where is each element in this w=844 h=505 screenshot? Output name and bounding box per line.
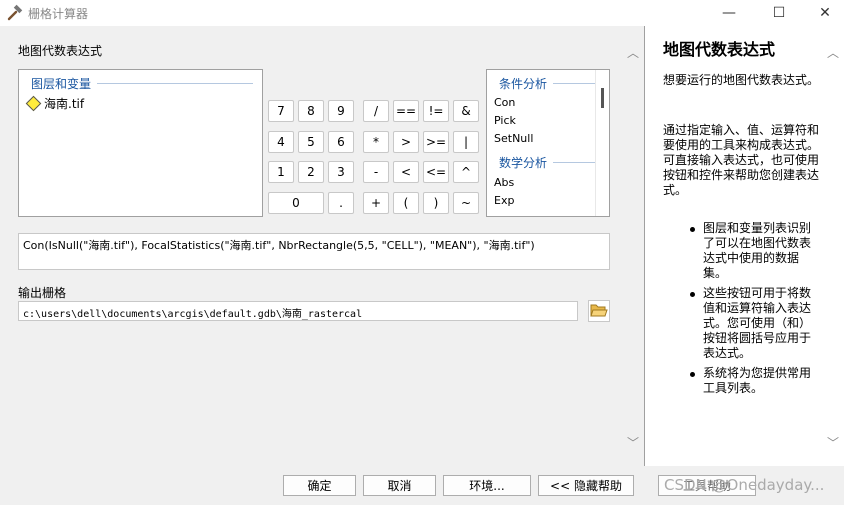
scroll-up-icon[interactable]: ︿: [627, 44, 639, 61]
help-title: 地图代数表达式: [663, 40, 776, 59]
maximize-icon: ☐: [772, 5, 786, 21]
calc-button-9[interactable]: 9: [328, 100, 354, 122]
help-paragraph: 通过指定输入、值、运算符和要使用的工具来构成表达式。可直接输入表达式，也可使用按…: [663, 123, 820, 197]
calc-button-greater[interactable]: >: [393, 131, 419, 153]
expression-input[interactable]: Con(IsNull("海南.tif"), FocalStatistics("海…: [18, 233, 610, 270]
function-item-setnull[interactable]: SetNull: [494, 132, 533, 145]
close-icon: ✕: [819, 5, 831, 21]
help-scroll-up-icon[interactable]: ︿: [827, 44, 839, 61]
function-group-header: 数学分析: [499, 154, 595, 171]
functions-list[interactable]: 条件分析 Con Pick SetNull 数学分析 Abs Exp: [486, 69, 610, 217]
layers-list[interactable]: 图层和变量 海南.tif: [18, 69, 263, 217]
title-bar: 栅格计算器 — ☐ ✕: [0, 0, 844, 26]
folder-open-icon: [590, 302, 608, 321]
calc-button-open-paren[interactable]: (: [393, 192, 419, 214]
environments-button[interactable]: 环境...: [443, 475, 531, 496]
calc-button-and[interactable]: &: [453, 100, 479, 122]
calc-button-4[interactable]: 4: [268, 131, 294, 153]
calc-button-minus[interactable]: -: [363, 161, 389, 183]
calc-button-0[interactable]: 0: [268, 192, 324, 214]
calc-button-plus[interactable]: +: [363, 192, 389, 214]
function-item-pick[interactable]: Pick: [494, 114, 516, 127]
raster-layer-icon: [25, 95, 42, 112]
function-group-label: 数学分析: [499, 156, 548, 170]
window-title: 栅格计算器: [28, 7, 89, 21]
maximize-button[interactable]: ☐: [756, 0, 802, 26]
calc-button-8[interactable]: 8: [298, 100, 324, 122]
calc-button-xor[interactable]: ^: [453, 161, 479, 183]
bullet-icon: [690, 227, 695, 232]
calc-button-6[interactable]: 6: [328, 131, 354, 153]
main-panel: 地图代数表达式 图层和变量 海南.tif 7 8 9 / == != & 4 5…: [0, 26, 642, 456]
help-list-item: 这些按钮可用于将数值和运算符输入表达式。您可使用（和）按钮将圆括号应用于表达式。: [703, 286, 812, 360]
minimize-button[interactable]: —: [706, 0, 752, 26]
calc-button-less[interactable]: <: [393, 161, 419, 183]
calc-button-equal[interactable]: ==: [393, 100, 419, 122]
calc-button-7[interactable]: 7: [268, 100, 294, 122]
minimize-icon: —: [722, 5, 736, 21]
cancel-button[interactable]: 取消: [363, 475, 436, 496]
calc-button-or[interactable]: |: [453, 131, 479, 153]
layers-header-label: 图层和变量: [31, 77, 92, 91]
close-button[interactable]: ✕: [802, 0, 844, 26]
help-scroll-down-icon[interactable]: ﹀: [827, 434, 839, 451]
calc-button-multiply[interactable]: *: [363, 131, 389, 153]
function-item-exp[interactable]: Exp: [494, 194, 514, 207]
functions-scrollbar[interactable]: [595, 70, 609, 216]
bullet-icon: [690, 372, 695, 377]
output-raster-label: 输出栅格: [18, 286, 67, 300]
bullet-icon: [690, 292, 695, 297]
layers-group-header: 图层和变量: [31, 75, 253, 92]
calc-button-close-paren[interactable]: ): [423, 192, 449, 214]
expression-label: 地图代数表达式: [18, 44, 103, 58]
scroll-down-icon[interactable]: ﹀: [627, 434, 639, 451]
calc-button-not[interactable]: ~: [453, 192, 479, 214]
calc-button-2[interactable]: 2: [298, 161, 324, 183]
help-list-item: 系统将为您提供常用工具列表。: [703, 366, 812, 395]
function-group-header: 条件分析: [499, 75, 595, 92]
layer-item[interactable]: 海南.tif: [25, 95, 84, 112]
main-scrollbar[interactable]: ︿ ﹀: [622, 26, 642, 456]
calc-button-1[interactable]: 1: [268, 161, 294, 183]
output-raster-input[interactable]: c:\users\dell\documents\arcgis\default.g…: [18, 301, 578, 321]
calc-button-3[interactable]: 3: [328, 161, 354, 183]
calc-button-greater-equal[interactable]: >=: [423, 131, 449, 153]
browse-button[interactable]: [588, 300, 610, 322]
calc-button-less-equal[interactable]: <=: [423, 161, 449, 183]
function-item-con[interactable]: Con: [494, 96, 515, 109]
calc-button-decimal[interactable]: .: [328, 192, 354, 214]
help-paragraph: 想要运行的地图代数表达式。: [663, 73, 820, 87]
calc-button-divide[interactable]: /: [363, 100, 389, 122]
hammer-icon: [6, 4, 24, 22]
hide-help-button[interactable]: << 隐藏帮助: [538, 475, 634, 496]
calc-button-5[interactable]: 5: [298, 131, 324, 153]
help-panel: 地图代数表达式 想要运行的地图代数表达式。 通过指定输入、值、运算符和要使用的工…: [644, 26, 844, 466]
function-group-label: 条件分析: [499, 77, 548, 91]
help-list-item: 图层和变量列表识别了可以在地图代数表达式中使用的数据集。: [703, 221, 812, 280]
function-item-abs[interactable]: Abs: [494, 176, 514, 189]
ok-button[interactable]: 确定: [283, 475, 356, 496]
functions-scroll-thumb[interactable]: [601, 88, 604, 108]
watermark: CSDN @Onedayday...: [664, 476, 825, 494]
layer-item-label: 海南.tif: [44, 97, 85, 111]
calc-button-not-equal[interactable]: !=: [423, 100, 449, 122]
